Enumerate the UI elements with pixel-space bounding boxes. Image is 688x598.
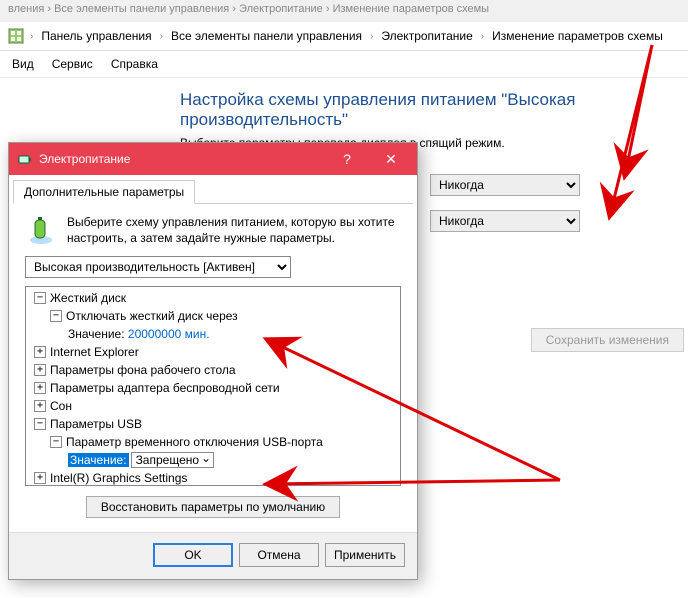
tree-node-usb[interactable]: −Параметры USB — [26, 415, 400, 433]
breadcrumb-item-edit-plan[interactable]: Изменение параметров схемы — [490, 28, 665, 44]
dialog-intro-text: Выберите схему управления питанием, кото… — [67, 214, 401, 246]
battery-icon — [17, 151, 33, 167]
dialog-button-bar: OK Отмена Применить — [9, 532, 417, 579]
ok-button[interactable]: OK — [153, 543, 233, 567]
selected-value-label: Значение: — [68, 453, 129, 467]
expand-icon[interactable]: + — [34, 400, 46, 412]
dialog-title: Электропитание — [33, 152, 325, 166]
dialog-intro: Выберите схему управления питанием, кото… — [25, 214, 401, 256]
chevron-right-icon: › — [28, 31, 35, 42]
expand-icon[interactable]: + — [34, 382, 46, 394]
sleep-select[interactable]: Никогда — [430, 210, 580, 232]
cancel-button[interactable]: Отмена — [239, 543, 319, 567]
tree-node-turn-off-disk[interactable]: −Отключать жесткий диск через — [26, 307, 400, 325]
tree-node-ie[interactable]: +Internet Explorer — [26, 343, 400, 361]
dialog-body: Выберите схему управления питанием, кото… — [13, 203, 413, 532]
help-button[interactable]: ? — [325, 143, 369, 175]
restore-row: Восстановить параметры по умолчанию — [25, 486, 401, 524]
expand-icon[interactable]: + — [34, 472, 46, 484]
restore-defaults-button[interactable]: Восстановить параметры по умолчанию — [86, 496, 340, 518]
chevron-right-icon: › — [158, 31, 165, 42]
breadcrumb-item-power[interactable]: Электропитание — [379, 28, 474, 44]
breadcrumb-item-all-items[interactable]: Все элементы панели управления — [169, 28, 364, 44]
settings-tree[interactable]: −Жесткий диск −Отключать жесткий диск че… — [25, 286, 401, 486]
chevron-right-icon: › — [368, 31, 375, 42]
collapse-icon[interactable]: − — [34, 292, 46, 304]
window-path: вления › Все элементы панели управления … — [0, 0, 688, 22]
tree-node-sleep[interactable]: +Сон — [26, 397, 400, 415]
menu-tools[interactable]: Сервис — [52, 57, 93, 71]
display-off-select[interactable]: Никогда — [430, 174, 580, 196]
power-options-dialog: Электропитание ? ✕ Дополнительные параме… — [8, 142, 418, 580]
dialog-titlebar[interactable]: Электропитание ? ✕ — [9, 143, 417, 175]
scheme-select[interactable]: Высокая производительность [Активен] — [25, 256, 291, 278]
chevron-right-icon: › — [479, 31, 486, 42]
tree-value-turn-off-disk[interactable]: Значение: 20000000 мин. — [26, 325, 400, 343]
close-button[interactable]: ✕ — [369, 143, 413, 175]
disk-timeout-value[interactable]: 20000000 мин. — [128, 327, 210, 341]
menu-help[interactable]: Справка — [111, 57, 158, 71]
apply-button[interactable]: Применить — [325, 543, 405, 567]
expand-icon[interactable]: + — [34, 346, 46, 358]
tab-advanced[interactable]: Дополнительные параметры — [13, 180, 195, 204]
collapse-icon[interactable]: − — [34, 418, 46, 430]
breadcrumb-item-control-panel[interactable]: Панель управления — [39, 28, 153, 44]
expand-icon[interactable]: + — [34, 364, 46, 376]
tree-node-wireless[interactable]: +Параметры адаптера беспроводной сети — [26, 379, 400, 397]
control-panel-icon — [8, 28, 24, 44]
tree-node-desktop-bg[interactable]: +Параметры фона рабочего стола — [26, 361, 400, 379]
collapse-icon[interactable]: − — [50, 436, 62, 448]
tree-node-hard-disk[interactable]: −Жесткий диск — [26, 289, 400, 307]
page-title: Настройка схемы управления питанием "Выс… — [180, 90, 688, 136]
save-button[interactable]: Сохранить изменения — [531, 328, 684, 352]
menu-view[interactable]: Вид — [12, 57, 34, 71]
collapse-icon[interactable]: − — [50, 310, 62, 322]
menu-bar: Вид Сервис Справка — [0, 51, 688, 78]
breadcrumb: › Панель управления › Все элементы панел… — [0, 22, 688, 51]
usb-suspend-select[interactable]: Запрещено — [131, 452, 214, 468]
scheme-row: Высокая производительность [Активен] — [25, 256, 401, 278]
dialog-tabstrip: Дополнительные параметры — [9, 175, 417, 203]
tree-value-usb-suspend[interactable]: Значение:Запрещено — [26, 451, 400, 469]
tree-node-usb-suspend[interactable]: −Параметр временного отключения USB-порт… — [26, 433, 400, 451]
battery-large-icon — [25, 214, 57, 246]
tree-node-intel-graphics[interactable]: +Intel(R) Graphics Settings — [26, 469, 400, 486]
